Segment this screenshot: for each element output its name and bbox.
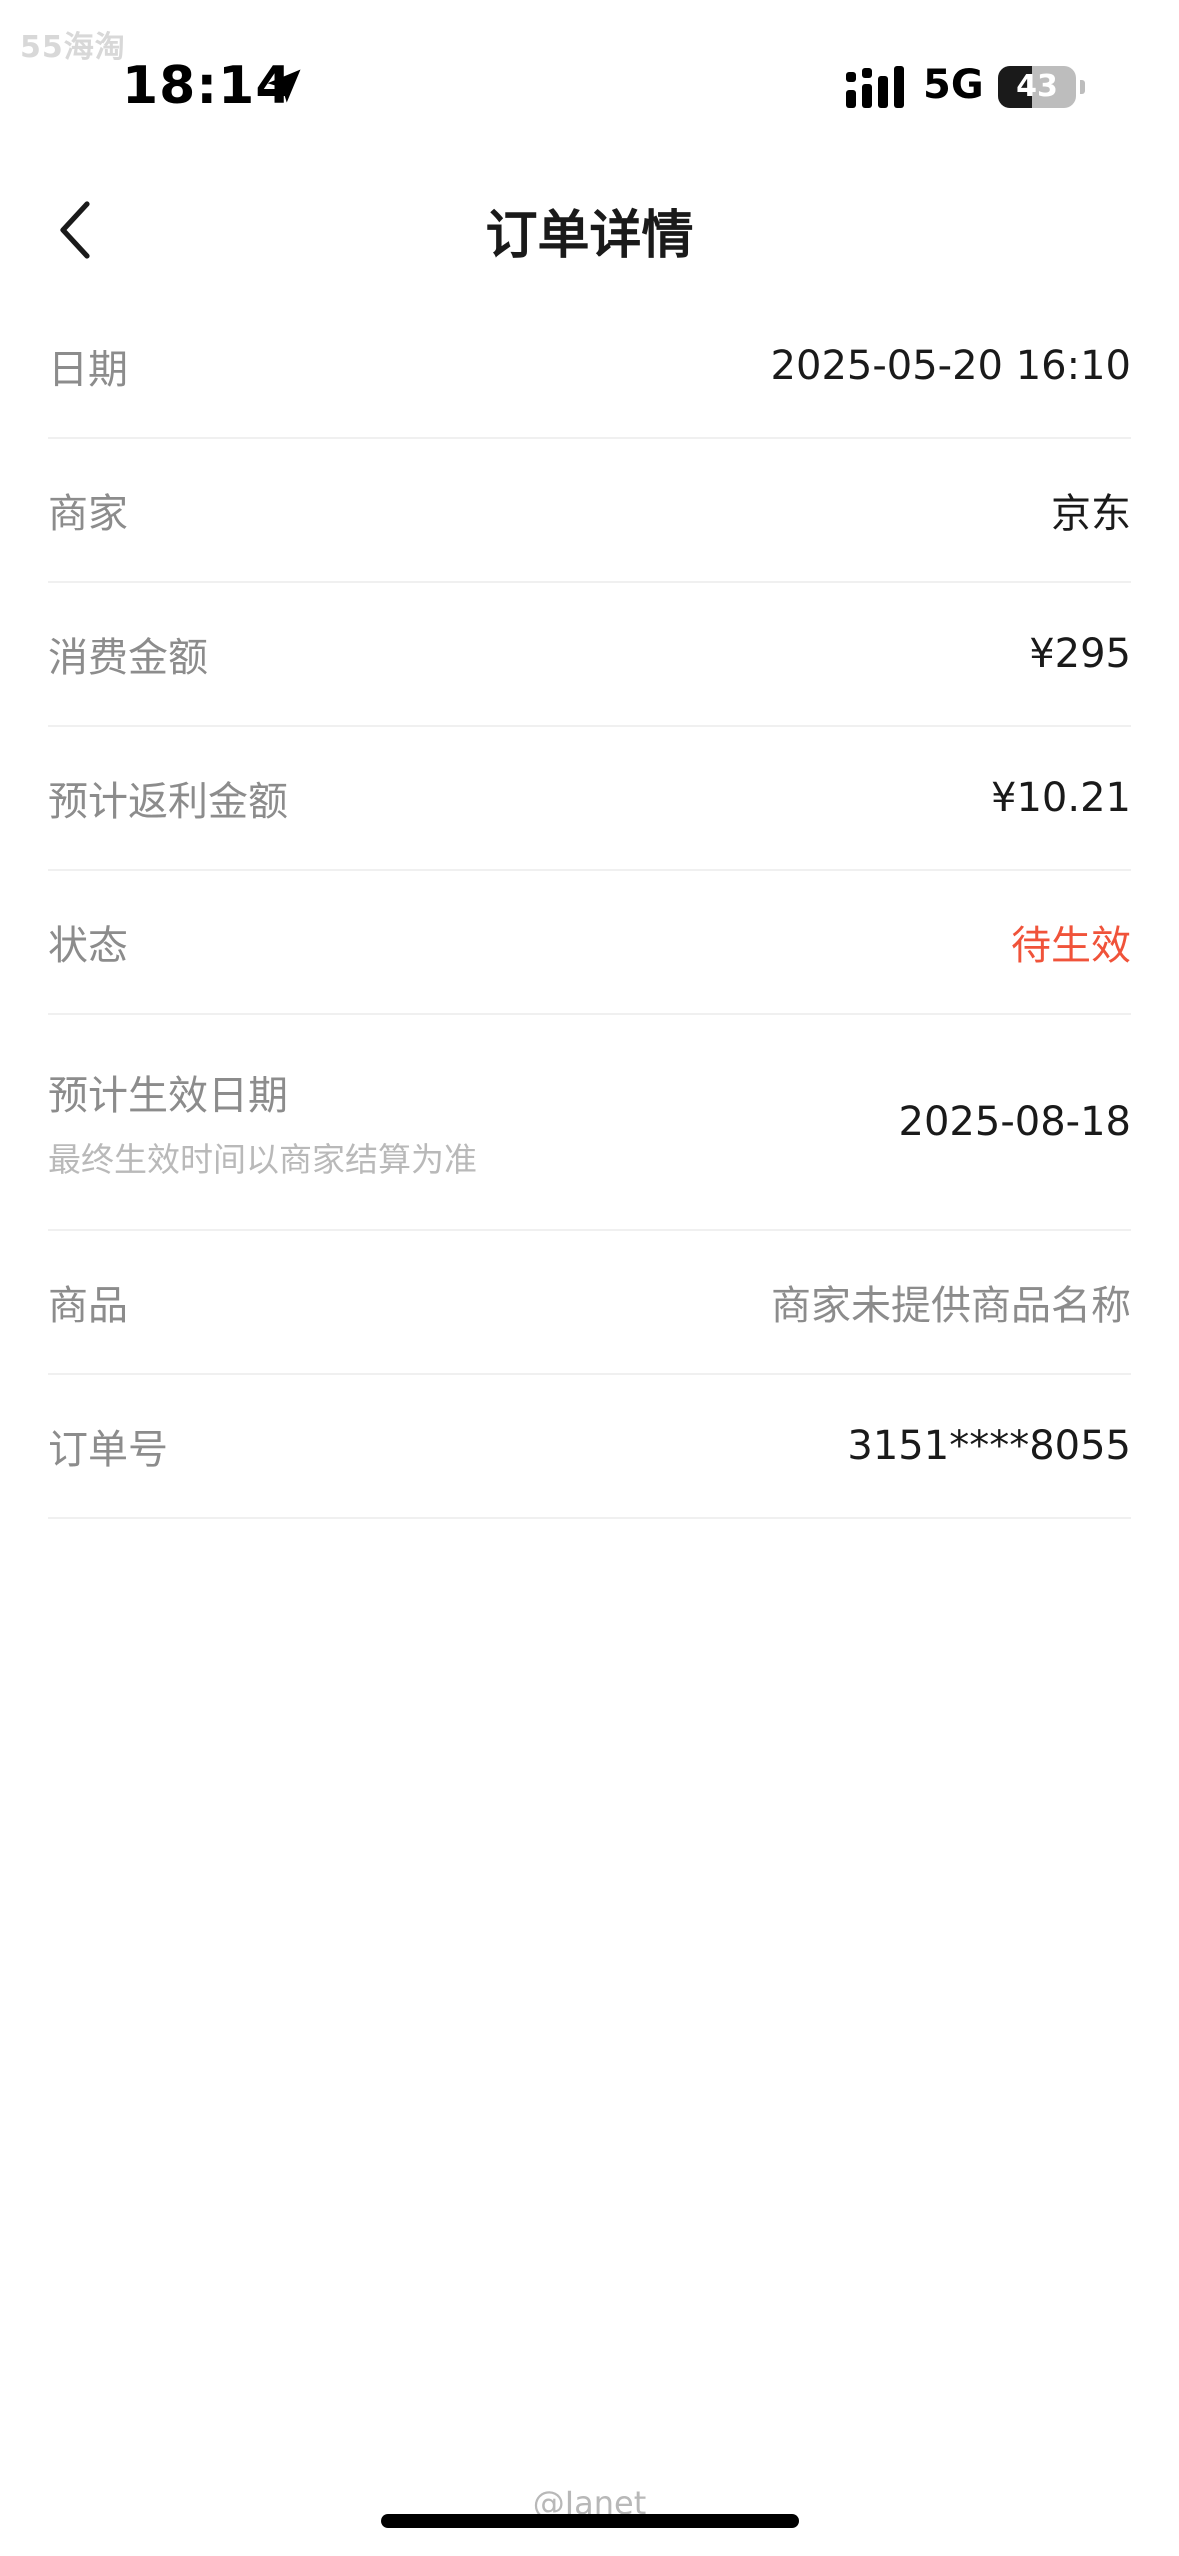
- status-badge: 待生效: [1011, 923, 1131, 969]
- rebate-label: 预计返利金额: [48, 779, 288, 825]
- detail-row-amount: 消费金额 ¥295: [48, 583, 1131, 727]
- detail-row-product: 商品 商家未提供商品名称: [48, 1231, 1131, 1375]
- order-detail-list: 日期 2025-05-20 16:10 商家 京东 消费金额 ¥295 预计返利…: [48, 295, 1131, 1519]
- location-arrow-icon: [267, 69, 301, 103]
- product-value: 商家未提供商品名称: [771, 1283, 1131, 1329]
- effective-date-label-group: 预计生效日期 最终生效时间以商家结算为准: [48, 1063, 477, 1181]
- detail-row-merchant: 商家 京东: [48, 439, 1131, 583]
- battery-cap: [1080, 80, 1085, 94]
- effective-date-note: 最终生效时间以商家结算为准: [48, 1140, 477, 1179]
- detail-row-effective-date: 预计生效日期 最终生效时间以商家结算为准 2025-08-18: [48, 1015, 1131, 1231]
- nav-header: 订单详情: [0, 175, 1179, 285]
- detail-row-date: 日期 2025-05-20 16:10: [48, 295, 1131, 439]
- merchant-label: 商家: [48, 491, 128, 537]
- battery-level: 43: [1016, 69, 1058, 104]
- battery-icon: 43: [998, 66, 1076, 108]
- order-number-label: 订单号: [48, 1427, 168, 1473]
- rebate-value: ¥10.21: [991, 775, 1131, 821]
- effective-date-value: 2025-08-18: [898, 1099, 1131, 1145]
- date-label: 日期: [48, 347, 128, 393]
- status-label: 状态: [48, 923, 128, 969]
- date-value: 2025-05-20 16:10: [770, 343, 1131, 389]
- detail-row-rebate: 预计返利金额 ¥10.21: [48, 727, 1131, 871]
- effective-date-label: 预计生效日期: [48, 1073, 288, 1119]
- amount-label: 消费金额: [48, 635, 208, 681]
- home-indicator[interactable]: [381, 2514, 799, 2528]
- product-label: 商品: [48, 1283, 128, 1329]
- merchant-value: 京东: [1051, 491, 1131, 537]
- order-number-value[interactable]: 3151****8055: [847, 1423, 1131, 1469]
- page-title: 订单详情: [485, 206, 694, 266]
- detail-row-status: 状态 待生效: [48, 871, 1131, 1015]
- amount-value: ¥295: [1029, 631, 1131, 677]
- status-bar: 18:14 5G 43: [0, 0, 1179, 160]
- signal-icon: [846, 66, 904, 108]
- detail-row-order-number: 订单号 3151****8055: [48, 1375, 1131, 1519]
- network-type: 5G: [923, 62, 984, 108]
